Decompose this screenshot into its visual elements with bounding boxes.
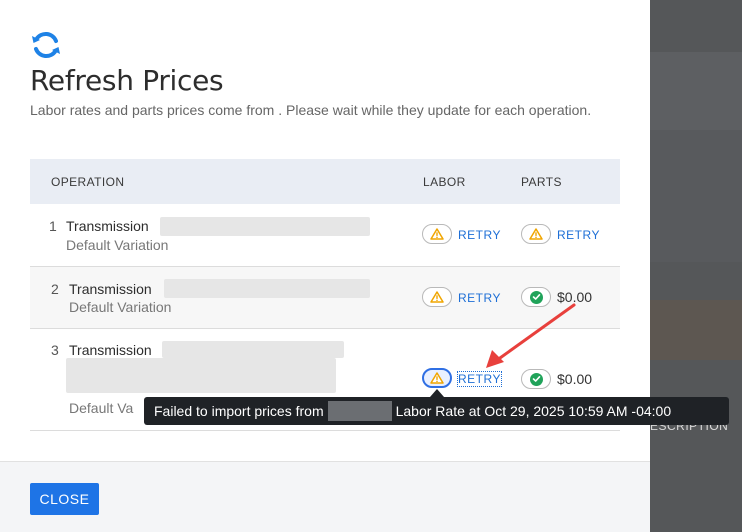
labor-retry-link[interactable]: RETRY bbox=[458, 228, 501, 242]
backdrop-band bbox=[650, 0, 742, 52]
column-header-parts: PARTS bbox=[521, 175, 562, 189]
backdrop-band bbox=[650, 130, 742, 262]
tooltip-caret bbox=[430, 389, 444, 397]
check-icon bbox=[529, 290, 543, 304]
error-tooltip: Failed to import prices from Labor Rate … bbox=[144, 397, 729, 425]
warning-icon bbox=[430, 291, 444, 303]
parts-success-badge bbox=[521, 369, 551, 389]
backdrop-band bbox=[650, 52, 742, 130]
row-number: 1 bbox=[49, 218, 57, 234]
operation-name: Transmission bbox=[66, 218, 149, 234]
operation-name: Transmission bbox=[69, 281, 152, 297]
parts-retry-link[interactable]: RETRY bbox=[557, 228, 600, 242]
refresh-icon bbox=[32, 31, 60, 59]
page-backdrop: ESCRIPTION bbox=[650, 0, 742, 532]
tooltip-text-suffix: Labor Rate at Oct 29, 2025 10:59 AM -04:… bbox=[395, 403, 672, 419]
table-header: OPERATION LABOR PARTS bbox=[30, 159, 620, 204]
labor-warning-badge[interactable] bbox=[422, 287, 452, 307]
operation-name: Transmission bbox=[69, 342, 152, 358]
backdrop-band bbox=[650, 300, 742, 360]
check-icon bbox=[529, 372, 543, 386]
operations-table: OPERATION LABOR PARTS 1 Transmission Def… bbox=[30, 159, 620, 431]
labor-retry-link[interactable]: RETRY bbox=[458, 291, 501, 305]
row-number: 3 bbox=[51, 342, 59, 358]
redacted-text bbox=[66, 358, 336, 393]
tooltip-text-prefix: Failed to import prices from bbox=[154, 403, 324, 419]
parts-price: $0.00 bbox=[557, 289, 593, 305]
close-button[interactable]: CLOSE bbox=[30, 483, 99, 515]
labor-warning-badge[interactable] bbox=[422, 224, 452, 244]
parts-success-badge bbox=[521, 287, 551, 307]
labor-warning-badge[interactable] bbox=[422, 368, 452, 388]
column-header-operation: OPERATION bbox=[51, 175, 125, 189]
column-header-labor: LABOR bbox=[423, 175, 466, 189]
dialog-title: Refresh Prices bbox=[30, 64, 224, 97]
parts-warning-badge[interactable] bbox=[521, 224, 551, 244]
operation-variation: Default Variation bbox=[69, 299, 172, 315]
warning-icon bbox=[430, 228, 444, 240]
redacted-text bbox=[162, 341, 344, 358]
dialog-subtitle: Labor rates and parts prices come from .… bbox=[30, 102, 592, 118]
operation-variation: Default Variation bbox=[66, 237, 169, 253]
redacted-text bbox=[164, 279, 370, 298]
table-row: 2 Transmission Default Variation RETRY $… bbox=[30, 267, 620, 329]
warning-icon bbox=[430, 372, 444, 384]
table-row: 1 Transmission Default Variation RETRY R… bbox=[30, 204, 620, 267]
warning-icon bbox=[529, 228, 543, 240]
redacted-text bbox=[160, 217, 370, 236]
redacted-text bbox=[327, 401, 392, 421]
dialog-footer: CLOSE bbox=[0, 461, 650, 532]
labor-retry-link[interactable]: RETRY bbox=[457, 371, 502, 387]
row-number: 2 bbox=[51, 281, 59, 297]
refresh-prices-dialog: Refresh Prices Labor rates and parts pri… bbox=[0, 0, 650, 532]
operation-variation: Default Va bbox=[69, 400, 134, 416]
parts-price: $0.00 bbox=[557, 371, 593, 387]
